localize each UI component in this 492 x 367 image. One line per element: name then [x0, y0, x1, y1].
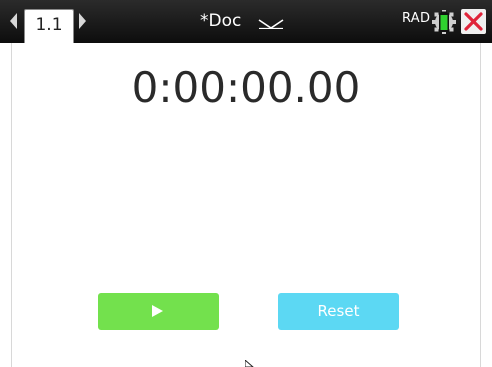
angle-mode-indicator: RAD: [402, 11, 431, 26]
gear-battery-icon[interactable]: [431, 9, 457, 35]
reset-button[interactable]: Reset: [278, 293, 399, 330]
close-icon: [464, 12, 483, 31]
start-button[interactable]: [98, 293, 219, 330]
document-title: *Doc: [200, 11, 242, 31]
play-icon: [152, 305, 163, 317]
chevron-down-icon: [258, 19, 284, 29]
mouse-pointer-icon: [245, 360, 254, 367]
calculator-screen: 1.1 *Doc RAD 0:00:00.00 Reset: [0, 0, 492, 367]
top-bar: 1.1 *Doc RAD: [0, 0, 492, 43]
close-button[interactable]: [461, 9, 486, 34]
stopwatch-display: 0:00:00.00: [131, 63, 361, 112]
